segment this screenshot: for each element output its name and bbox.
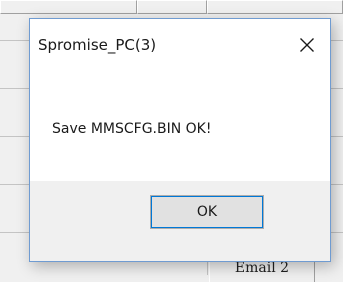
dialog-title-bar[interactable]: Spromise_PC(3)	[30, 19, 330, 71]
dialog-content: Save MMSCFG.BIN OK!	[30, 71, 330, 181]
background-gridline	[331, 40, 343, 41]
dialog-button-bar: OK	[30, 181, 330, 261]
background-cell	[207, 0, 343, 14]
message-dialog: Spromise_PC(3) Save MMSCFG.BIN OK! OK	[29, 18, 331, 262]
background-gridline	[0, 40, 29, 41]
background-gridline	[0, 136, 29, 137]
dialog-message: Save MMSCFG.BIN OK!	[52, 121, 212, 137]
background-cell	[137, 0, 207, 14]
dialog-title: Spromise_PC(3)	[38, 36, 157, 54]
ok-button[interactable]: OK	[150, 195, 264, 229]
background-gridline	[0, 184, 29, 185]
background-gridline	[331, 184, 343, 185]
background-gridline	[331, 232, 343, 233]
background-gridline	[0, 88, 29, 89]
background-gridline	[331, 136, 343, 137]
background-gridline	[0, 232, 29, 233]
background-gridline	[331, 88, 343, 89]
background-cell	[0, 0, 137, 14]
close-button[interactable]	[284, 19, 330, 71]
background-gridline	[207, 262, 208, 275]
close-icon	[300, 38, 314, 52]
